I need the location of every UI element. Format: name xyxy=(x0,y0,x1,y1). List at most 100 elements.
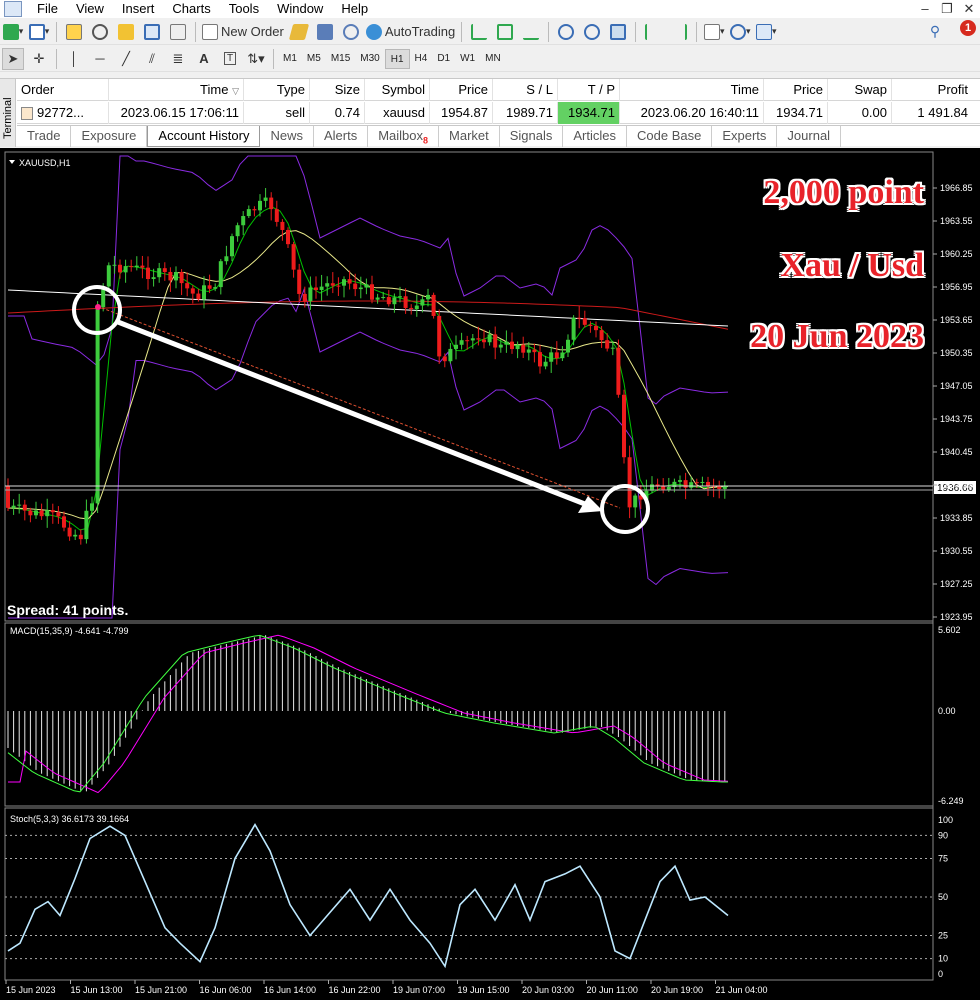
tab-mailbox[interactable]: Mailbox8 xyxy=(368,126,440,147)
terminal-side-tab[interactable]: Terminal xyxy=(0,79,16,147)
menu-insert[interactable]: Insert xyxy=(113,0,164,18)
autotrading-button[interactable]: AutoTrading xyxy=(365,21,455,43)
chart-shift-button[interactable] xyxy=(668,21,690,43)
market-watch-button[interactable] xyxy=(63,21,85,43)
tab-trade[interactable]: Trade xyxy=(17,126,72,147)
symbol-menu-icon[interactable] xyxy=(9,160,15,164)
tab-exposure[interactable]: Exposure xyxy=(71,126,148,147)
close-button[interactable]: ✕ xyxy=(958,0,980,18)
label-button[interactable]: T xyxy=(219,48,241,70)
terminal-icon xyxy=(144,23,160,40)
col-profit[interactable]: Profit xyxy=(892,79,972,101)
data-window-button[interactable] xyxy=(89,21,111,43)
timeframe-w1[interactable]: W1 xyxy=(455,49,480,69)
timeframe-m15[interactable]: M15 xyxy=(326,49,355,69)
zoom-out-button[interactable] xyxy=(581,21,603,43)
candle-body xyxy=(627,457,632,508)
chart-window[interactable]: 1936.66 1966.85 1963.55 1960.25 1956.95 1953… xyxy=(0,148,980,1000)
tab-articles[interactable]: Articles xyxy=(563,126,628,147)
col-open-time[interactable]: Time ▽ xyxy=(109,79,244,101)
col-close-price[interactable]: Price xyxy=(764,79,828,101)
tab-news[interactable]: News xyxy=(260,126,314,147)
col-type[interactable]: Type xyxy=(244,79,310,101)
candle-body xyxy=(207,285,212,289)
tab-account-history[interactable]: Account History xyxy=(147,126,261,147)
bar-chart-button[interactable] xyxy=(468,21,490,43)
tab-market[interactable]: Market xyxy=(439,126,500,147)
arrows-icon: ⇅▾ xyxy=(247,50,265,66)
notification-badge[interactable]: 1 xyxy=(960,20,976,36)
candle-body xyxy=(185,283,190,289)
menu-view[interactable]: View xyxy=(67,0,113,18)
new-order-button[interactable]: New Order xyxy=(202,21,284,43)
timeframe-h4[interactable]: H4 xyxy=(410,49,433,69)
col-tp[interactable]: T / P xyxy=(558,79,620,101)
timeframe-d1[interactable]: D1 xyxy=(432,49,455,69)
text-button[interactable]: A xyxy=(193,48,215,70)
periods-button[interactable]: ▾ xyxy=(729,21,751,43)
zoom-in-button[interactable] xyxy=(555,21,577,43)
indicators-button[interactable]: ▾ xyxy=(703,21,725,43)
col-price[interactable]: Price xyxy=(430,79,493,101)
line-chart-button[interactable] xyxy=(520,21,542,43)
tile-windows-button[interactable] xyxy=(607,21,629,43)
menu-file[interactable]: File xyxy=(28,0,67,18)
tab-alerts[interactable]: Alerts xyxy=(314,126,369,147)
candle-body xyxy=(392,297,397,305)
col-size[interactable]: Size xyxy=(310,79,365,101)
candle-chart-button[interactable] xyxy=(494,21,516,43)
macd-main-line xyxy=(7,634,728,793)
menu-charts[interactable]: Charts xyxy=(163,0,219,18)
timeframe-m5[interactable]: M5 xyxy=(302,49,326,69)
tab-signals[interactable]: Signals xyxy=(500,126,564,147)
table-row[interactable]: 92772... 2023.06.15 17:06:11 sell 0.74 x… xyxy=(17,102,980,124)
timeframe-m30[interactable]: M30 xyxy=(355,49,384,69)
expert-button[interactable] xyxy=(314,21,336,43)
tab-journal[interactable]: Journal xyxy=(777,126,842,147)
minimize-button[interactable]: – xyxy=(914,0,936,18)
search-button[interactable]: ⚲ xyxy=(924,21,946,43)
profiles-button[interactable]: ▾ xyxy=(28,21,50,43)
metaeditor-button[interactable] xyxy=(288,21,310,43)
col-symbol[interactable]: Symbol xyxy=(365,79,430,101)
new-chart-button[interactable]: ▾ xyxy=(2,21,24,43)
cursor-button[interactable]: ➤ xyxy=(2,47,24,70)
navigator-button[interactable] xyxy=(115,21,137,43)
terminal-button[interactable] xyxy=(141,21,163,43)
templates-button[interactable]: ▾ xyxy=(755,21,777,43)
col-order[interactable]: Order xyxy=(17,79,109,101)
horizontal-line-button[interactable]: ─ xyxy=(89,48,111,70)
candle-body xyxy=(336,285,341,287)
auto-scroll-button[interactable] xyxy=(642,21,664,43)
menu-window[interactable]: Window xyxy=(268,0,332,18)
restore-button[interactable]: ❐ xyxy=(936,0,958,18)
toolbar-separator xyxy=(635,21,637,42)
candle-body xyxy=(39,510,44,517)
col-swap[interactable]: Swap xyxy=(828,79,892,101)
tab-code-base[interactable]: Code Base xyxy=(627,126,713,147)
fibonacci-button[interactable]: ≣ xyxy=(167,48,189,70)
candle-body xyxy=(566,339,570,353)
trendline-button[interactable]: ╱ xyxy=(115,48,137,70)
arrows-button[interactable]: ⇅▾ xyxy=(245,48,267,70)
tab-experts[interactable]: Experts xyxy=(712,126,778,147)
cell-order-value: 92772... xyxy=(37,105,84,120)
timeframe-h1[interactable]: H1 xyxy=(384,48,410,69)
candle-body xyxy=(157,268,162,278)
timeframe-m1[interactable]: M1 xyxy=(278,49,302,69)
channel-button[interactable]: ⫽ xyxy=(141,48,163,70)
col-sl[interactable]: S / L xyxy=(493,79,558,101)
menu-tools[interactable]: Tools xyxy=(220,0,268,18)
tester-icon xyxy=(170,23,186,40)
timeframe-mn[interactable]: MN xyxy=(480,49,506,69)
candle-body xyxy=(487,334,492,343)
col-close-time[interactable]: Time xyxy=(620,79,764,101)
stoch-tick-label: 100 xyxy=(938,815,953,825)
candle-body xyxy=(123,266,128,273)
signals-button[interactable] xyxy=(340,21,362,43)
strategy-tester-button[interactable] xyxy=(167,21,189,43)
vertical-line-button[interactable]: │ xyxy=(63,48,85,70)
crosshair-button[interactable]: ✛ xyxy=(28,48,50,70)
menu-help[interactable]: Help xyxy=(332,0,377,18)
candle-body xyxy=(95,307,100,504)
